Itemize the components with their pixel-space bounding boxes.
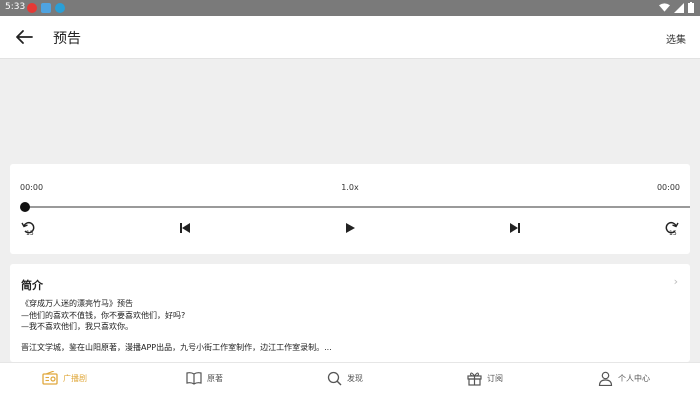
nav-item-radio-drama[interactable]: 广播剧	[42, 371, 87, 385]
nav-item-discover[interactable]: 发现	[327, 371, 363, 386]
rewind-15-button[interactable]: 15	[21, 220, 37, 240]
signal-icon	[674, 2, 684, 13]
playback-speed[interactable]: 1.0x	[10, 183, 690, 192]
nav-label-original-work: 原著	[207, 373, 223, 383]
intro-card[interactable]: 简介 › 《穿成万人迷的漂亮竹马》预告 —他们的喜欢不值钱，你不要喜欢他们，好吗…	[10, 264, 690, 362]
skip-next-icon	[510, 223, 520, 233]
intro-line: —他们的喜欢不值钱，你不要喜欢他们，好吗?	[21, 311, 186, 320]
progress-thumb[interactable]	[20, 202, 30, 212]
episodes-button[interactable]: 选集	[666, 31, 686, 46]
previous-button[interactable]	[178, 220, 192, 240]
fast-forward-icon: 15	[665, 221, 679, 237]
search-icon	[327, 371, 342, 386]
chevron-right-icon[interactable]: ›	[674, 275, 678, 288]
status-time: 5:33	[5, 2, 26, 12]
next-button[interactable]	[508, 220, 522, 240]
nav-item-original-work[interactable]: 原著	[186, 371, 223, 385]
rewind-icon: 15	[21, 221, 35, 237]
nav-item-subscribe[interactable]: 订阅	[467, 371, 503, 386]
gift-icon	[467, 372, 482, 386]
nav-label-radio-drama: 广播剧	[63, 373, 87, 383]
status-bar: 5:33	[0, 0, 700, 16]
gallery-notification-icon	[41, 3, 51, 13]
intro-line: 晋江文学城，鉴在山阳原著，漫播APP出品，九号小街工作室制作，边江工作室录制。.…	[21, 343, 332, 352]
person-icon	[598, 371, 613, 386]
download-notification-icon	[55, 3, 65, 13]
intro-title: 简介	[21, 279, 43, 292]
page-title: 预告	[53, 31, 81, 47]
skip-previous-icon	[180, 223, 190, 233]
total-time: 00:00	[656, 183, 680, 192]
progress-track[interactable]	[25, 206, 690, 208]
intro-line: —我不喜欢他们，我只喜欢你。	[21, 322, 133, 331]
nav-label-discover: 发现	[347, 374, 363, 383]
status-right-icons	[659, 2, 694, 13]
forward-15-button[interactable]: 15	[663, 220, 679, 240]
audio-player: 00:00 1.0x 00:00 15 15	[10, 164, 690, 254]
wifi-icon	[659, 2, 670, 12]
bottom-nav: 广播剧 原著 发现 订阅 个人中心	[0, 362, 700, 395]
intro-line: 《穿成万人迷的漂亮竹马》预告	[21, 299, 133, 308]
play-button[interactable]	[343, 220, 357, 240]
app-notification-icon	[27, 3, 37, 13]
radio-icon	[42, 371, 58, 385]
battery-icon	[688, 2, 694, 13]
app-bar: 预告 选集	[0, 16, 700, 59]
play-icon	[346, 223, 355, 233]
rewind-seconds: 15	[26, 230, 34, 236]
book-icon	[186, 372, 202, 385]
back-arrow-icon[interactable]	[14, 28, 34, 46]
nav-item-profile[interactable]: 个人中心	[598, 371, 650, 386]
nav-label-profile: 个人中心	[618, 374, 650, 383]
forward-seconds: 15	[669, 230, 677, 236]
nav-label-subscribe: 订阅	[487, 374, 503, 383]
